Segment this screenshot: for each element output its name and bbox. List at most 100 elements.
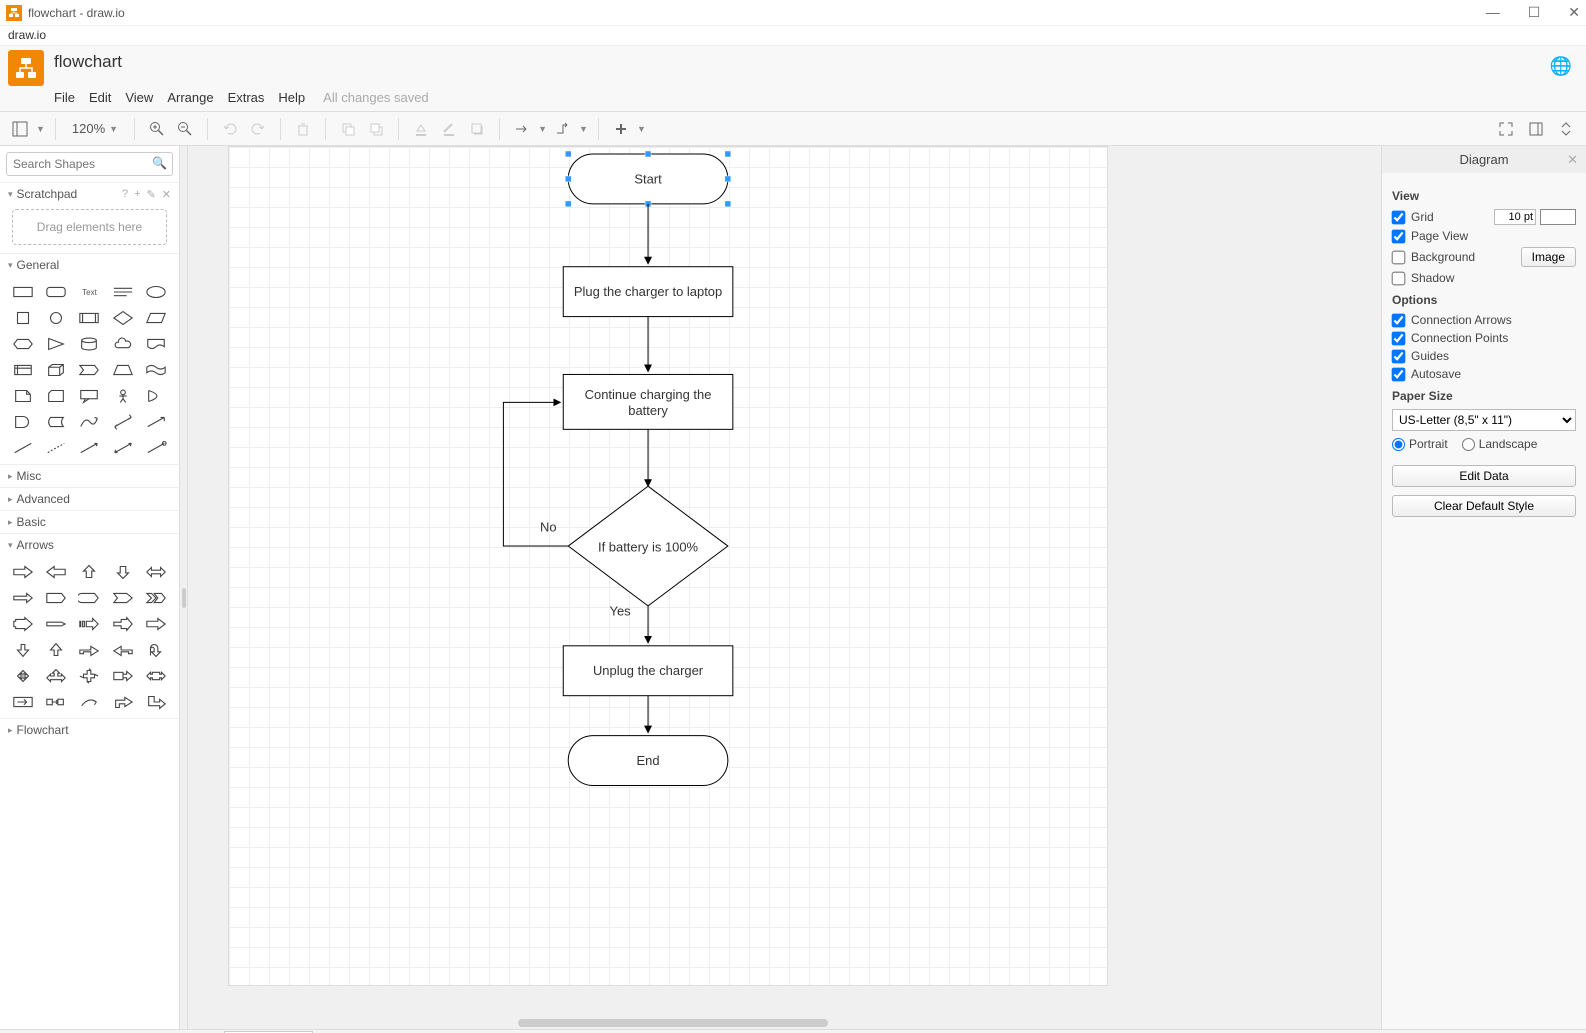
shape-trapezoid[interactable] [110,360,135,380]
shape-link[interactable] [144,438,169,458]
arrow-cross[interactable] [77,666,102,686]
shape-bidir-arrow[interactable] [110,412,135,432]
shape-text[interactable]: Text [77,282,102,302]
scratchpad-close-icon[interactable]: ✕ [162,188,171,201]
background-checkbox[interactable] [1392,250,1406,264]
shape-tape[interactable] [144,360,169,380]
zoom-in-icon[interactable] [145,117,169,141]
arrow-down[interactable] [110,562,135,582]
conn-points-checkbox[interactable] [1392,331,1406,345]
shape-dir-line[interactable] [77,438,102,458]
arrow-signal[interactable] [43,614,68,634]
arrow-left[interactable] [43,562,68,582]
shape-cylinder[interactable] [77,334,102,354]
shape-hexagon[interactable] [10,334,35,354]
arrow-jump[interactable] [110,614,135,634]
insert-icon[interactable] [609,117,633,141]
image-button[interactable]: Image [1521,247,1576,267]
delete-icon[interactable] [291,117,315,141]
sidebar-resize-handle[interactable] [180,146,188,1029]
shape-diamond[interactable] [110,308,135,328]
grid-checkbox[interactable] [1392,210,1406,224]
zoom-select[interactable]: 120%▼ [66,119,124,138]
waypoint-style-icon[interactable] [551,117,575,141]
section-basic[interactable]: ▸Basic [0,510,179,533]
shape-or[interactable] [144,386,169,406]
shape-bidir-line[interactable] [110,438,135,458]
search-icon[interactable]: 🔍 [152,156,167,170]
shape-and[interactable] [10,412,35,432]
shape-card[interactable] [43,386,68,406]
shadow-icon[interactable] [465,117,489,141]
horizontal-scrollbar[interactable] [518,1019,828,1027]
fill-color-icon[interactable] [409,117,433,141]
to-back-icon[interactable] [364,117,388,141]
guides-checkbox[interactable] [1392,349,1406,363]
format-panel-icon[interactable] [1524,117,1548,141]
undo-icon[interactable] [218,117,242,141]
shape-curve[interactable] [77,412,102,432]
arrow-leftright[interactable] [144,562,169,582]
section-arrows[interactable]: ▾Arrows [0,533,179,556]
shape-line[interactable] [10,438,35,458]
arrow-quad[interactable] [10,666,35,686]
scratchpad-help-icon[interactable]: ? [122,188,128,201]
redo-icon[interactable] [246,117,270,141]
drawio-logo[interactable] [8,50,44,86]
grid-size-input[interactable] [1494,209,1536,225]
portrait-radio[interactable] [1392,438,1405,451]
landscape-radio[interactable] [1462,438,1475,451]
arrow-uturn[interactable] [144,640,169,660]
globe-icon[interactable]: 🌐 [1544,50,1578,83]
papersize-select[interactable]: US-Letter (8,5" x 11") [1392,409,1576,431]
line-color-icon[interactable] [437,117,461,141]
menu-file[interactable]: File [54,90,75,105]
arrow-tri1[interactable] [43,666,68,686]
conn-arrows-checkbox[interactable] [1392,313,1406,327]
shape-textbox[interactable] [110,282,135,302]
arrow-notched[interactable] [110,588,135,608]
arrow-in-rect[interactable] [10,692,35,712]
arrow-stub-right[interactable] [10,614,35,634]
shape-arrow[interactable] [144,412,169,432]
format-panel-close-icon[interactable]: ✕ [1567,152,1578,168]
scratchpad-add-icon[interactable]: + [134,188,140,201]
expand-collapse-icon[interactable] [1554,117,1578,141]
view-toggle-button[interactable] [8,117,32,141]
window-minimize-icon[interactable]: — [1486,4,1500,21]
section-flowchart[interactable]: ▸Flowchart [0,718,179,741]
arrow-pentagon[interactable] [43,588,68,608]
zoom-out-icon[interactable] [173,117,197,141]
arrow-double-block[interactable] [43,692,68,712]
arrow-chevron[interactable] [144,588,169,608]
shape-circle[interactable] [43,308,68,328]
shape-triangle[interactable] [43,334,68,354]
menu-arrange[interactable]: Arrange [167,90,213,105]
paper[interactable]: Start Plug the charger to laptop [228,146,1108,986]
arrow-callout-leftright[interactable] [144,666,169,686]
section-misc[interactable]: ▸Misc [0,464,179,487]
arrow-right[interactable] [10,562,35,582]
shape-document[interactable] [144,334,169,354]
window-maximize-icon[interactable]: ☐ [1528,4,1541,21]
shape-cube[interactable] [43,360,68,380]
shape-note[interactable] [10,386,35,406]
arrow-corner[interactable] [144,692,169,712]
scratchpad-dropzone[interactable]: Drag elements here [12,209,167,245]
shape-data-storage[interactable] [43,412,68,432]
shape-rounded-rectangle[interactable] [43,282,68,302]
menu-edit[interactable]: Edit [89,90,111,105]
connection-style-icon[interactable] [510,117,534,141]
shadow-checkbox[interactable] [1392,271,1406,285]
window-close-icon[interactable]: ✕ [1568,4,1580,21]
shape-step[interactable] [77,360,102,380]
shape-parallelogram[interactable] [144,308,169,328]
shape-callout[interactable] [77,386,102,406]
arrow-curved[interactable] [77,692,102,712]
shape-process[interactable] [77,308,102,328]
shape-cloud[interactable] [110,334,135,354]
pageview-checkbox[interactable] [1392,229,1406,243]
shape-dashed-line[interactable] [43,438,68,458]
edge-no[interactable] [503,402,568,546]
scratchpad-header[interactable]: ▾ Scratchpad ? + ✎ ✕ [0,182,179,205]
